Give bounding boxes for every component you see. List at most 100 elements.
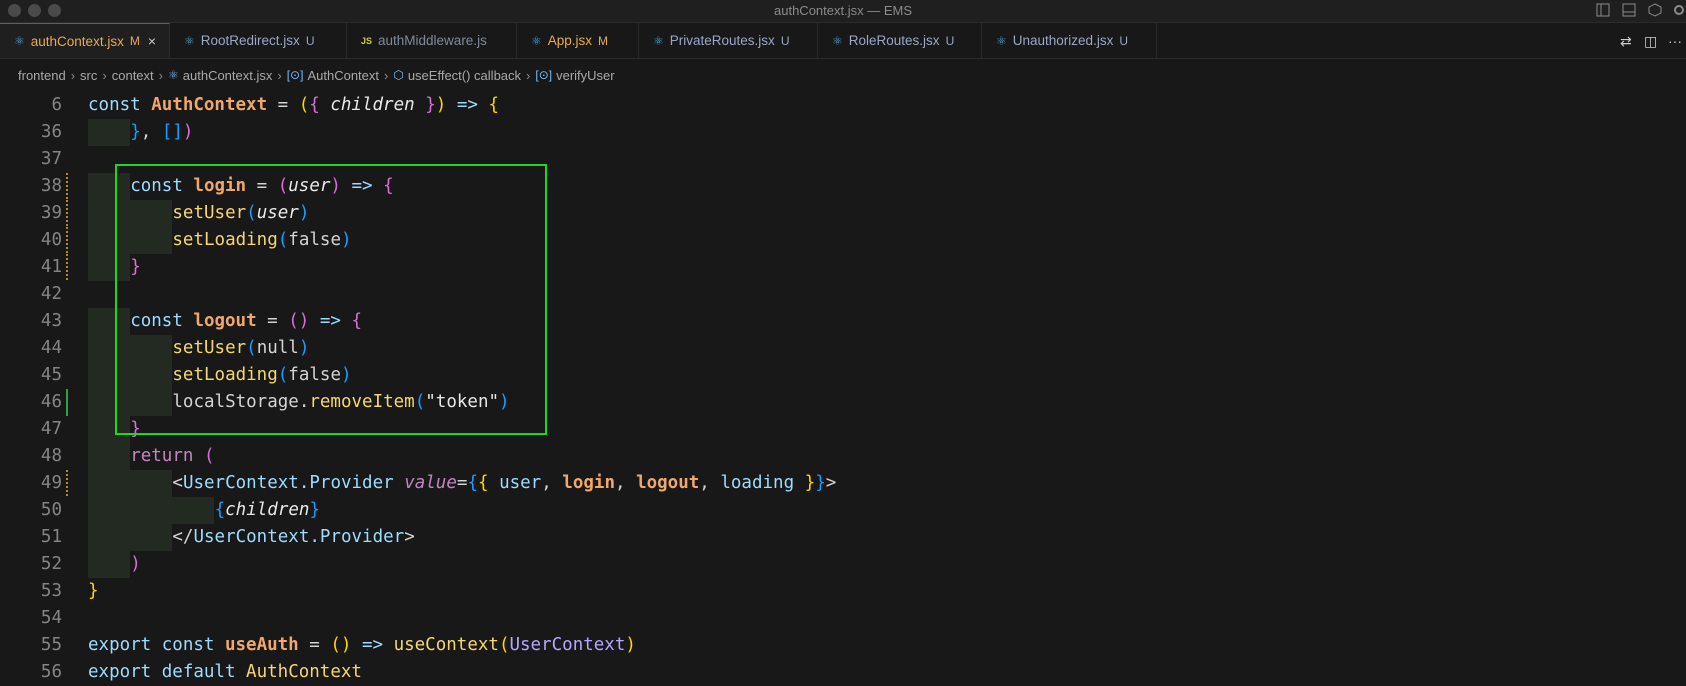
code-line[interactable]: 46 localStorage.removeItem("token") bbox=[0, 389, 1686, 416]
modified-badge: M bbox=[129, 34, 140, 48]
code-line[interactable]: 52) bbox=[0, 551, 1686, 578]
code-line[interactable]: 49 <UserContext.Provider value={{ user, l… bbox=[0, 470, 1686, 497]
code-editor[interactable]: 6 const AuthContext = ({ children }) => {… bbox=[0, 92, 1686, 686]
react-icon: ⚛ bbox=[653, 33, 664, 48]
toggle-sidebar-icon[interactable] bbox=[1596, 3, 1610, 17]
git-change-marker[interactable] bbox=[66, 470, 68, 497]
code-token: ( bbox=[298, 95, 310, 115]
tab-app[interactable]: ⚛ App.jsx M bbox=[517, 23, 639, 58]
code-line[interactable]: 40 setLoading(false) bbox=[0, 227, 1686, 254]
code-token: "token" bbox=[425, 392, 500, 412]
tab-label: PrivateRoutes.jsx bbox=[669, 33, 775, 48]
code-line[interactable]: 54 bbox=[0, 605, 1686, 632]
tab-unauthorized[interactable]: ⚛ Unauthorized.jsx U bbox=[982, 23, 1157, 58]
code-line[interactable]: 53} bbox=[0, 578, 1686, 605]
code-line[interactable]: 41} bbox=[0, 254, 1686, 281]
indent-guide bbox=[88, 362, 130, 389]
line-number: 47 bbox=[40, 419, 62, 439]
code-line[interactable]: 42 bbox=[0, 281, 1686, 308]
git-change-marker[interactable] bbox=[66, 254, 68, 281]
code-line[interactable]: 47} bbox=[0, 416, 1686, 443]
code-line[interactable]: 44 setUser(null) bbox=[0, 335, 1686, 362]
code-text: setLoading(false) bbox=[172, 227, 351, 254]
code-line[interactable]: 37 bbox=[0, 146, 1686, 173]
code-line[interactable]: 55 export const useAuth = () => useContex… bbox=[0, 632, 1686, 659]
tab-roleroutes[interactable]: ⚛ RoleRoutes.jsx U bbox=[818, 23, 982, 58]
breadcrumb-item[interactable]: useEffect() callback bbox=[408, 68, 521, 83]
indent-guide bbox=[88, 308, 130, 335]
code-line[interactable]: 56 export default AuthContext bbox=[0, 659, 1686, 686]
tab-authcontext[interactable]: ⚛ authContext.jsx M × bbox=[0, 23, 170, 58]
code-token: } bbox=[130, 257, 141, 277]
code-line[interactable]: 6 const AuthContext = ({ children }) => { bbox=[0, 92, 1686, 119]
code-token: ( bbox=[498, 635, 510, 655]
code-token: } bbox=[88, 581, 99, 601]
code-token: ) bbox=[130, 554, 141, 574]
indent-guide bbox=[88, 524, 130, 551]
code-token: { bbox=[467, 473, 478, 493]
line-number: 49 bbox=[40, 473, 62, 493]
git-change-marker[interactable] bbox=[66, 389, 68, 416]
breadcrumb-item[interactable]: frontend bbox=[18, 68, 66, 83]
breadcrumb-item[interactable]: authContext.jsx bbox=[183, 68, 273, 83]
toggle-panel-icon[interactable] bbox=[1622, 3, 1636, 17]
breadcrumb-item[interactable]: AuthContext bbox=[307, 68, 379, 83]
tab-privateroutes[interactable]: ⚛ PrivateRoutes.jsx U bbox=[639, 23, 818, 58]
code-text: } bbox=[130, 254, 141, 281]
code-token: ( bbox=[277, 365, 289, 385]
react-icon: ⚛ bbox=[184, 33, 195, 48]
git-change-marker[interactable] bbox=[66, 227, 68, 254]
code-token: removeItem bbox=[309, 392, 415, 412]
close-tab-icon[interactable]: × bbox=[148, 33, 156, 49]
window-title: authContext.jsx — EMS bbox=[774, 3, 912, 18]
code-token: children bbox=[330, 95, 415, 115]
code-token: export const bbox=[88, 635, 225, 655]
code-token: , bbox=[541, 473, 563, 493]
code-text: export default AuthContext bbox=[88, 659, 362, 686]
chevron-right-icon: › bbox=[70, 67, 76, 83]
code-line[interactable]: 50 {children} bbox=[0, 497, 1686, 524]
tab-rootredirect[interactable]: ⚛ RootRedirect.jsx U bbox=[170, 23, 347, 58]
breadcrumb-item[interactable]: context bbox=[112, 68, 154, 83]
line-number: 36 bbox=[40, 122, 62, 142]
code-line[interactable]: 43 const logout = () => { bbox=[0, 308, 1686, 335]
react-icon: ⚛ bbox=[14, 34, 25, 48]
split-editor-icon[interactable]: ◫ bbox=[1644, 33, 1657, 50]
open-changes-icon[interactable]: ⇄ bbox=[1620, 33, 1632, 50]
tab-label: Unauthorized.jsx bbox=[1012, 33, 1114, 48]
code-text: export const useAuth = () => useContext(… bbox=[88, 632, 636, 659]
variable-icon: [⊙] bbox=[535, 68, 553, 82]
code-text: setLoading(false) bbox=[172, 362, 351, 389]
code-line[interactable]: 39 setUser(user) bbox=[0, 200, 1686, 227]
git-change-marker[interactable] bbox=[66, 200, 68, 227]
code-line[interactable]: 51 </UserContext.Provider> bbox=[0, 524, 1686, 551]
code-token: = bbox=[267, 95, 299, 115]
breadcrumb-item[interactable]: src bbox=[80, 68, 97, 83]
code-line[interactable]: 48 return ( bbox=[0, 443, 1686, 470]
code-text: const logout = () => { bbox=[130, 308, 362, 335]
code-token: ( bbox=[277, 230, 289, 250]
extensions-icon[interactable] bbox=[1648, 3, 1662, 17]
code-token: localStorage. bbox=[172, 392, 310, 412]
code-token: [] bbox=[161, 122, 183, 142]
code-token: } bbox=[794, 473, 816, 493]
code-line[interactable]: 36}, []) bbox=[0, 119, 1686, 146]
code-token: login bbox=[193, 176, 247, 196]
code-token: return bbox=[130, 446, 204, 466]
indent-guide bbox=[88, 416, 130, 443]
indent-guide bbox=[172, 497, 215, 524]
code-token: > bbox=[404, 527, 415, 547]
code-line[interactable]: 45 setLoading(false) bbox=[0, 362, 1686, 389]
more-actions-icon[interactable]: ··· bbox=[1668, 33, 1682, 49]
code-token: { bbox=[383, 176, 394, 196]
code-token: } bbox=[414, 95, 436, 115]
git-change-marker[interactable] bbox=[66, 173, 68, 200]
settings-gear-icon[interactable] bbox=[1672, 3, 1686, 17]
line-number: 46 bbox=[40, 392, 62, 412]
code-token: setLoading bbox=[172, 365, 278, 385]
code-line[interactable]: 38 const login = (user) => { bbox=[0, 173, 1686, 200]
tab-authmiddleware[interactable]: JS authMiddleware.js bbox=[347, 23, 517, 58]
breadcrumb-item[interactable]: verifyUser bbox=[556, 68, 615, 83]
code-token: login bbox=[562, 473, 615, 493]
code-token: ( bbox=[203, 446, 215, 466]
